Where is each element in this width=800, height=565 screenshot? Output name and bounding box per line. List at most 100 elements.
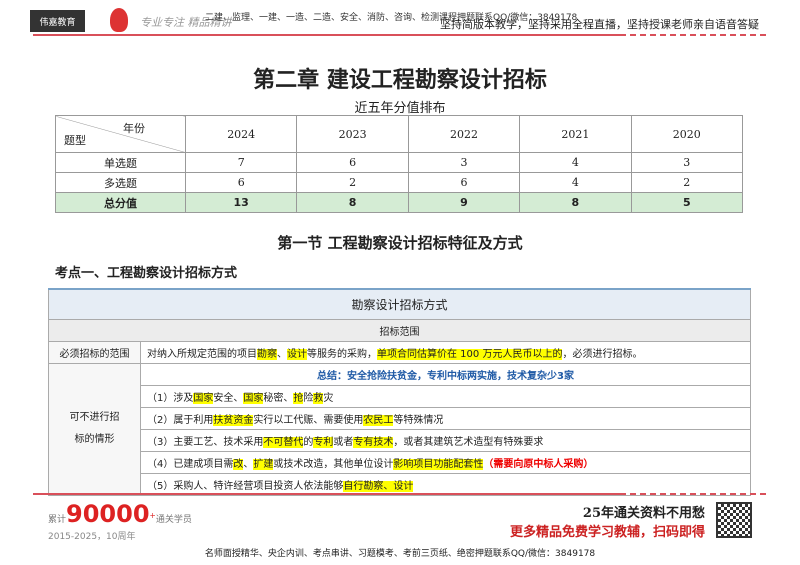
point-title: 考点一、工程勘察设计招标方式 (55, 266, 238, 281)
promo-line-1: 25年通关资料不用愁 (582, 506, 705, 521)
section-title: 第一节 工程勘察设计招标特征及方式 (277, 234, 523, 252)
highlight-text: 设计 (287, 348, 307, 360)
total-row: 总分值 13 8 9 8 5 (55, 192, 744, 213)
table-row: 可不进行招标的情形 总结：安全抢险扶贫金，专利中标两实施，技术复杂少3家 (48, 362, 751, 496)
note-text: （需要向原中标人采购） (483, 458, 594, 470)
highlight-text: 国家 (193, 392, 214, 404)
year-header: 2024 (184, 115, 298, 153)
corner-year: 年份 (123, 122, 145, 135)
highlight-text: 抢 (293, 392, 304, 404)
row-label: 总分值 (55, 192, 186, 213)
exempt-item: （2）属于利用扶贫资金实行以工代赈、需要使用农民工等特殊情况 (140, 406, 751, 430)
count-prefix: 累计 (48, 515, 67, 525)
header-slogan: 坚持简版本教学，坚持采用全程直播，坚持授课老师亲自语音答疑 (440, 18, 759, 31)
table-row: 多选题 62642 (55, 172, 744, 193)
table-row: 必须招标的范围 对纳入所规定范围的项目勘察、设计等服务的采购，单项合同估算价在 … (48, 340, 751, 364)
text-segment: 的 (303, 436, 314, 448)
highlight-text: 农民工 (363, 414, 394, 426)
text-segment: 安全、 (213, 392, 244, 404)
chapter-title: 第二章 建设工程勘察设计招标 (253, 67, 547, 93)
highlight-text: 救 (313, 392, 324, 404)
cell: 3 (407, 152, 521, 173)
range-header: 招标范围 (48, 318, 751, 342)
year-header: 2022 (407, 115, 521, 153)
table-row: （1）涉及国家安全、国家秘密、抢险救灾 (49, 384, 751, 408)
highlight-text: 专有技术 (353, 436, 394, 448)
year-header: 2021 (519, 115, 632, 153)
text-segment: 秘密、 (263, 392, 294, 404)
cell: 8 (296, 192, 409, 213)
highlight-text: 不可替代 (263, 436, 304, 448)
student-count: 累计90000+通关学员 (48, 500, 192, 528)
text-segment: （1）涉及 (147, 392, 194, 404)
highlight-text: 扩建 (253, 458, 274, 470)
exempt-label: 可不进行招标的情形 (48, 362, 141, 496)
anniversary: 2015-2025，10周年 (48, 532, 136, 542)
highlight-text: 勘察 (257, 348, 277, 360)
footer-contact: 名师面授精华、央企内训、考点串讲、习题模考、考前三页纸、绝密押题联系QQ/微信：… (204, 549, 596, 559)
text-segment: （4）已建成项目需 (147, 458, 234, 470)
highlight-text: 单项合同估算价在 100 万元人民币以上的 (377, 348, 563, 360)
text-segment: 、 (277, 348, 287, 360)
method-table: 勘察设计招标方式 招标范围 必须招标的范围 对纳入所规定范围的项目勘察、设计等服… (48, 288, 751, 496)
score-table: 年份 题型 2024 2023 2022 2021 2020 单选题 76343 … (55, 115, 744, 213)
cell: 4 (519, 152, 632, 173)
cell: 7 (184, 152, 298, 173)
text-segment: （3）主要工艺、技术采用 (147, 436, 264, 448)
table-subtitle: 近五年分值排布 (354, 101, 446, 116)
text-segment: 等特殊情况 (393, 414, 444, 426)
table-row: （3）主要工艺、技术采用不可替代的专利或者专有技术，或者其建筑艺术造型有特殊要求 (49, 428, 751, 452)
count-number: 90000 (66, 500, 150, 528)
year-header: 2023 (296, 115, 409, 153)
table-row: （2）属于利用扶贫资金实行以工代赈、需要使用农民工等特殊情况 (49, 406, 751, 430)
highlight-text: 扶贫资金 (213, 414, 254, 426)
year-header: 2020 (630, 115, 744, 153)
corner-cell: 年份题型 (55, 115, 186, 153)
row-label: 单选题 (55, 152, 186, 173)
cell: 2 (296, 172, 409, 193)
text-segment: 、 (243, 458, 254, 470)
text-segment: ，必须进行招标。 (562, 348, 643, 360)
text-segment: 灾 (323, 392, 334, 404)
cell: 2 (630, 172, 744, 193)
highlight-text: 自行勘察、设计 (343, 480, 414, 492)
row-label: 多选题 (55, 172, 186, 193)
header-dash (620, 34, 768, 36)
count-suffix: 通关学员 (155, 515, 192, 525)
table-row: （4）已建成项目需改、扩建或技术改造，其他单位设计影响项目功能配套性（需要向原中… (49, 450, 751, 474)
text-segment: 或者 (333, 436, 354, 448)
cell: 6 (407, 172, 521, 193)
text-segment: （5）采购人、特许经营项目投资人依法能够 (147, 480, 344, 492)
table-row: （5）采购人、特许经营项目投资人依法能够自行勘察、设计 (49, 472, 751, 496)
text-segment: 对纳入所规定范围的项目 (147, 348, 257, 360)
promo-line-2: 更多精品免费学习教辅，扫码即得 (509, 525, 705, 540)
text-segment: 实行以工代赈、需要使用 (253, 414, 364, 426)
corner-type: 题型 (64, 134, 86, 147)
cell: 13 (184, 192, 298, 213)
cell: 6 (296, 152, 409, 173)
exempt-item: （5）采购人、特许经营项目投资人依法能够自行勘察、设计 (140, 472, 751, 496)
method-caption: 勘察设计招标方式 (48, 288, 751, 320)
cell: 3 (630, 152, 744, 173)
exempt-item: （3）主要工艺、技术采用不可替代的专利或者专有技术，或者其建筑艺术造型有特殊要求 (140, 428, 751, 452)
highlight-text: 国家 (243, 392, 264, 404)
cell: 8 (519, 192, 632, 213)
highlight-text: 专利 (313, 436, 334, 448)
highlight-text: 改 (233, 458, 244, 470)
exempt-item: （4）已建成项目需改、扩建或技术改造，其他单位设计影响项目功能配套性（需要向原中… (140, 450, 751, 474)
qr-code-icon[interactable] (716, 502, 752, 538)
brand-logo: 伟嘉教育 (30, 10, 85, 32)
summary: 总结：安全抢险扶贫金，专利中标两实施，技术复杂少3家 (140, 362, 751, 386)
table-row: 单选题 76343 (55, 152, 744, 173)
highlight-text: 影响项目功能配套性 (393, 458, 484, 470)
mascot-icon (110, 8, 128, 32)
text-segment: ，或者其建筑艺术造型有特殊要求 (393, 436, 544, 448)
cell: 9 (407, 192, 521, 213)
text-segment: 或技术改造，其他单位设计 (273, 458, 394, 470)
cell: 6 (184, 172, 298, 193)
cell: 4 (519, 172, 632, 193)
text-segment: 等服务的采购， (307, 348, 377, 360)
text-segment: 险 (303, 392, 314, 404)
cell: 5 (630, 192, 744, 213)
text-segment: （2）属于利用 (147, 414, 214, 426)
